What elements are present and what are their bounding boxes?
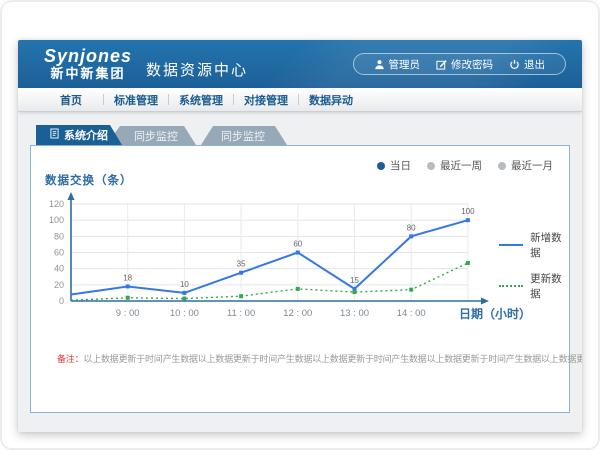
svg-text:日期（小时）: 日期（小时） [459, 306, 531, 321]
nav-item-system-mgmt[interactable]: 系统管理 [172, 92, 230, 108]
svg-text:60: 60 [293, 240, 302, 249]
tab-bar: 系统介绍 同步监控 同步监控 [36, 125, 582, 145]
content-area: 系统介绍 同步监控 同步监控 当日 最近一周 [18, 112, 582, 431]
footnote: 备注：以上数据更新于时间产生数据以上数据更新于时间产生数据以上数据更新于时间产生… [57, 352, 582, 365]
radio-today[interactable]: 当日 [377, 158, 411, 173]
document-icon [50, 128, 59, 142]
svg-text:0: 0 [59, 296, 64, 306]
svg-text:10 : 00: 10 : 00 [170, 308, 199, 319]
current-user[interactable]: 管理员 [374, 57, 421, 72]
change-password-button[interactable]: 修改密码 [436, 57, 493, 72]
legend-label: 新增数据 [530, 230, 569, 260]
user-menu: 管理员 修改密码 退出 [353, 53, 567, 75]
solid-line-icon [499, 244, 523, 246]
svg-text:100: 100 [49, 215, 64, 225]
svg-text:14 : 00: 14 : 00 [397, 308, 426, 319]
svg-text:100: 100 [461, 207, 475, 216]
footnote-label: 备注： [57, 354, 83, 364]
svg-text:15: 15 [350, 276, 359, 285]
change-password-label: 修改密码 [451, 57, 493, 72]
nav-item-data-change[interactable]: 数据异动 [302, 92, 360, 108]
tab-label: 同步监控 [134, 128, 178, 144]
svg-text:13 : 00: 13 : 00 [340, 308, 369, 319]
radio-label: 当日 [390, 158, 411, 173]
svg-text:35: 35 [237, 260, 246, 269]
footnote-text: 以上数据更新于时间产生数据以上数据更新于时间产生数据以上数据更新于时间产生数据以… [83, 354, 582, 364]
svg-text:9 : 00: 9 : 00 [116, 308, 140, 319]
app-header: Synjones 新中新集团 数据资源中心 管理员 修改密码 退出 [18, 40, 582, 88]
radio-label: 最近一月 [511, 158, 553, 173]
chart-panel: 当日 最近一周 最近一月 数据交换（条） 0 20 40 60 80 100 120 9 : … [30, 145, 570, 413]
tab-sync-monitor-2[interactable]: 同步监控 [199, 126, 287, 145]
svg-text:20: 20 [54, 280, 64, 290]
dotted-line-icon [499, 285, 523, 287]
nav-divider [298, 94, 299, 105]
svg-text:10: 10 [180, 280, 189, 289]
svg-text:18: 18 [123, 273, 132, 282]
user-icon [374, 59, 385, 70]
company-logo: Synjones 新中新集团 [44, 46, 132, 88]
logout-button[interactable]: 退出 [509, 57, 545, 72]
tab-system-intro[interactable]: 系统介绍 [36, 125, 122, 145]
tab-label: 同步监控 [221, 128, 265, 144]
current-user-label: 管理员 [389, 57, 421, 72]
line-chart: 0 20 40 60 80 100 120 9 : 00 10 : 00 11 : 00 12 : … [41, 188, 561, 348]
radio-unselected-icon [498, 162, 506, 170]
legend-label: 更新数据 [530, 271, 569, 301]
power-icon [509, 59, 520, 70]
nav-divider [103, 94, 104, 105]
nav-item-standard-mgmt[interactable]: 标准管理 [107, 92, 165, 108]
radio-last-week[interactable]: 最近一周 [427, 158, 482, 173]
nav-item-home[interactable]: 首页 [42, 92, 100, 108]
chart-legend: 新增数据 更新数据 [499, 230, 569, 301]
legend-item-updated-data[interactable]: 更新数据 [499, 271, 569, 301]
svg-text:60: 60 [54, 248, 64, 258]
logout-label: 退出 [524, 57, 545, 72]
time-range-radios: 当日 最近一周 最近一月 [377, 158, 553, 173]
nav-item-interface-mgmt[interactable]: 对接管理 [237, 92, 295, 108]
radio-selected-icon [377, 162, 385, 170]
svg-text:120: 120 [49, 199, 64, 209]
page-title: 数据资源中心 [146, 59, 248, 80]
radio-label: 最近一周 [440, 158, 482, 173]
svg-text:40: 40 [54, 264, 64, 274]
nav-divider [233, 94, 234, 105]
logo-text-cn: 新中新集团 [44, 67, 132, 82]
radio-last-month[interactable]: 最近一月 [498, 158, 553, 173]
main-nav: 首页 标准管理 系统管理 对接管理 数据异动 [18, 88, 582, 112]
logo-text-en: Synjones [44, 46, 132, 67]
svg-text:12 : 00: 12 : 00 [283, 308, 312, 319]
tab-label: 系统介绍 [64, 127, 108, 143]
nav-divider [168, 94, 169, 105]
svg-text:80: 80 [407, 223, 416, 232]
legend-item-new-data[interactable]: 新增数据 [499, 230, 569, 260]
radio-unselected-icon [427, 162, 435, 170]
svg-text:80: 80 [54, 231, 64, 241]
svg-text:11 : 00: 11 : 00 [227, 308, 255, 319]
edit-icon [436, 59, 447, 70]
app-window: Synjones 新中新集团 数据资源中心 管理员 修改密码 退出 [18, 40, 582, 432]
y-axis-title: 数据交换（条） [45, 172, 133, 188]
